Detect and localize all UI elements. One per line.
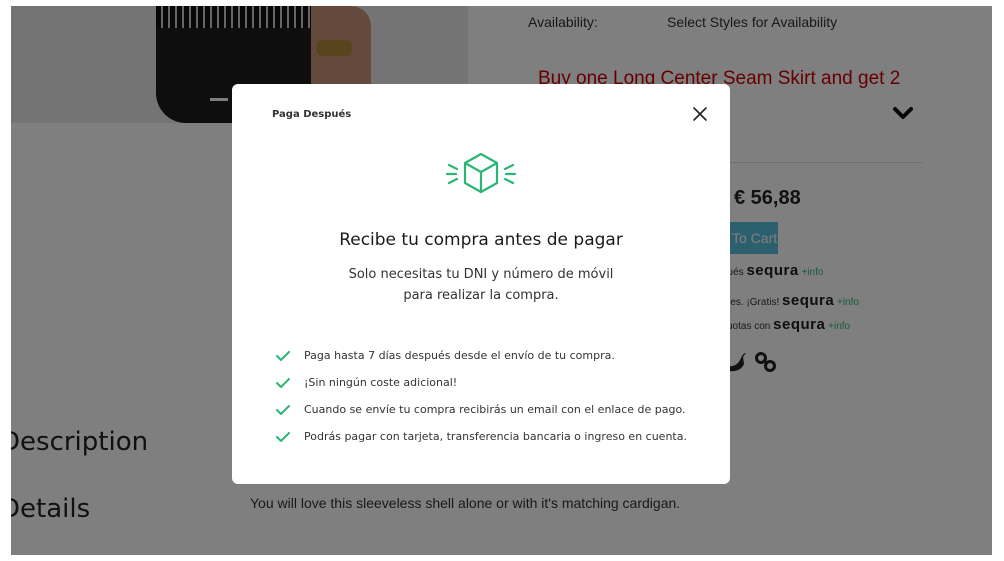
frame-edge-bottom: [0, 555, 1004, 561]
paga-despues-modal: Paga Después Recibe tu compra antes de p…: [232, 84, 730, 484]
check-icon: [276, 377, 290, 388]
list-item: Paga hasta 7 días después desde el envío…: [276, 342, 687, 369]
box-icon: [445, 152, 517, 194]
list-item: Cuando se envíe tu compra recibirás un e…: [276, 396, 687, 423]
feature-text: ¡Sin ningún coste adicional!: [304, 376, 458, 389]
feature-list: Paga hasta 7 días después desde el envío…: [276, 342, 687, 450]
modal-subtitle-line2: para realizar la compra.: [403, 288, 559, 303]
check-icon: [276, 431, 290, 442]
feature-text: Podrás pagar con tarjeta, transferencia …: [304, 430, 687, 443]
modal-subtitle: Solo necesitas tu DNI y número de móvil …: [321, 264, 641, 306]
modal-title: Paga Después: [272, 109, 352, 120]
feature-text: Paga hasta 7 días después desde el envío…: [304, 349, 615, 362]
check-icon: [276, 350, 290, 361]
frame-edge-right: [992, 0, 1004, 561]
feature-text: Cuando se envíe tu compra recibirás un e…: [304, 403, 686, 416]
frame-edge-left: [0, 0, 11, 561]
close-icon[interactable]: [690, 104, 710, 124]
check-icon: [276, 404, 290, 415]
modal-heading: Recibe tu compra antes de pagar: [339, 230, 623, 250]
list-item: Podrás pagar con tarjeta, transferencia …: [276, 423, 687, 450]
frame-edge-top: [0, 0, 1004, 6]
modal-subtitle-line1: Solo necesitas tu DNI y número de móvil: [348, 267, 614, 282]
list-item: ¡Sin ningún coste adicional!: [276, 369, 687, 396]
